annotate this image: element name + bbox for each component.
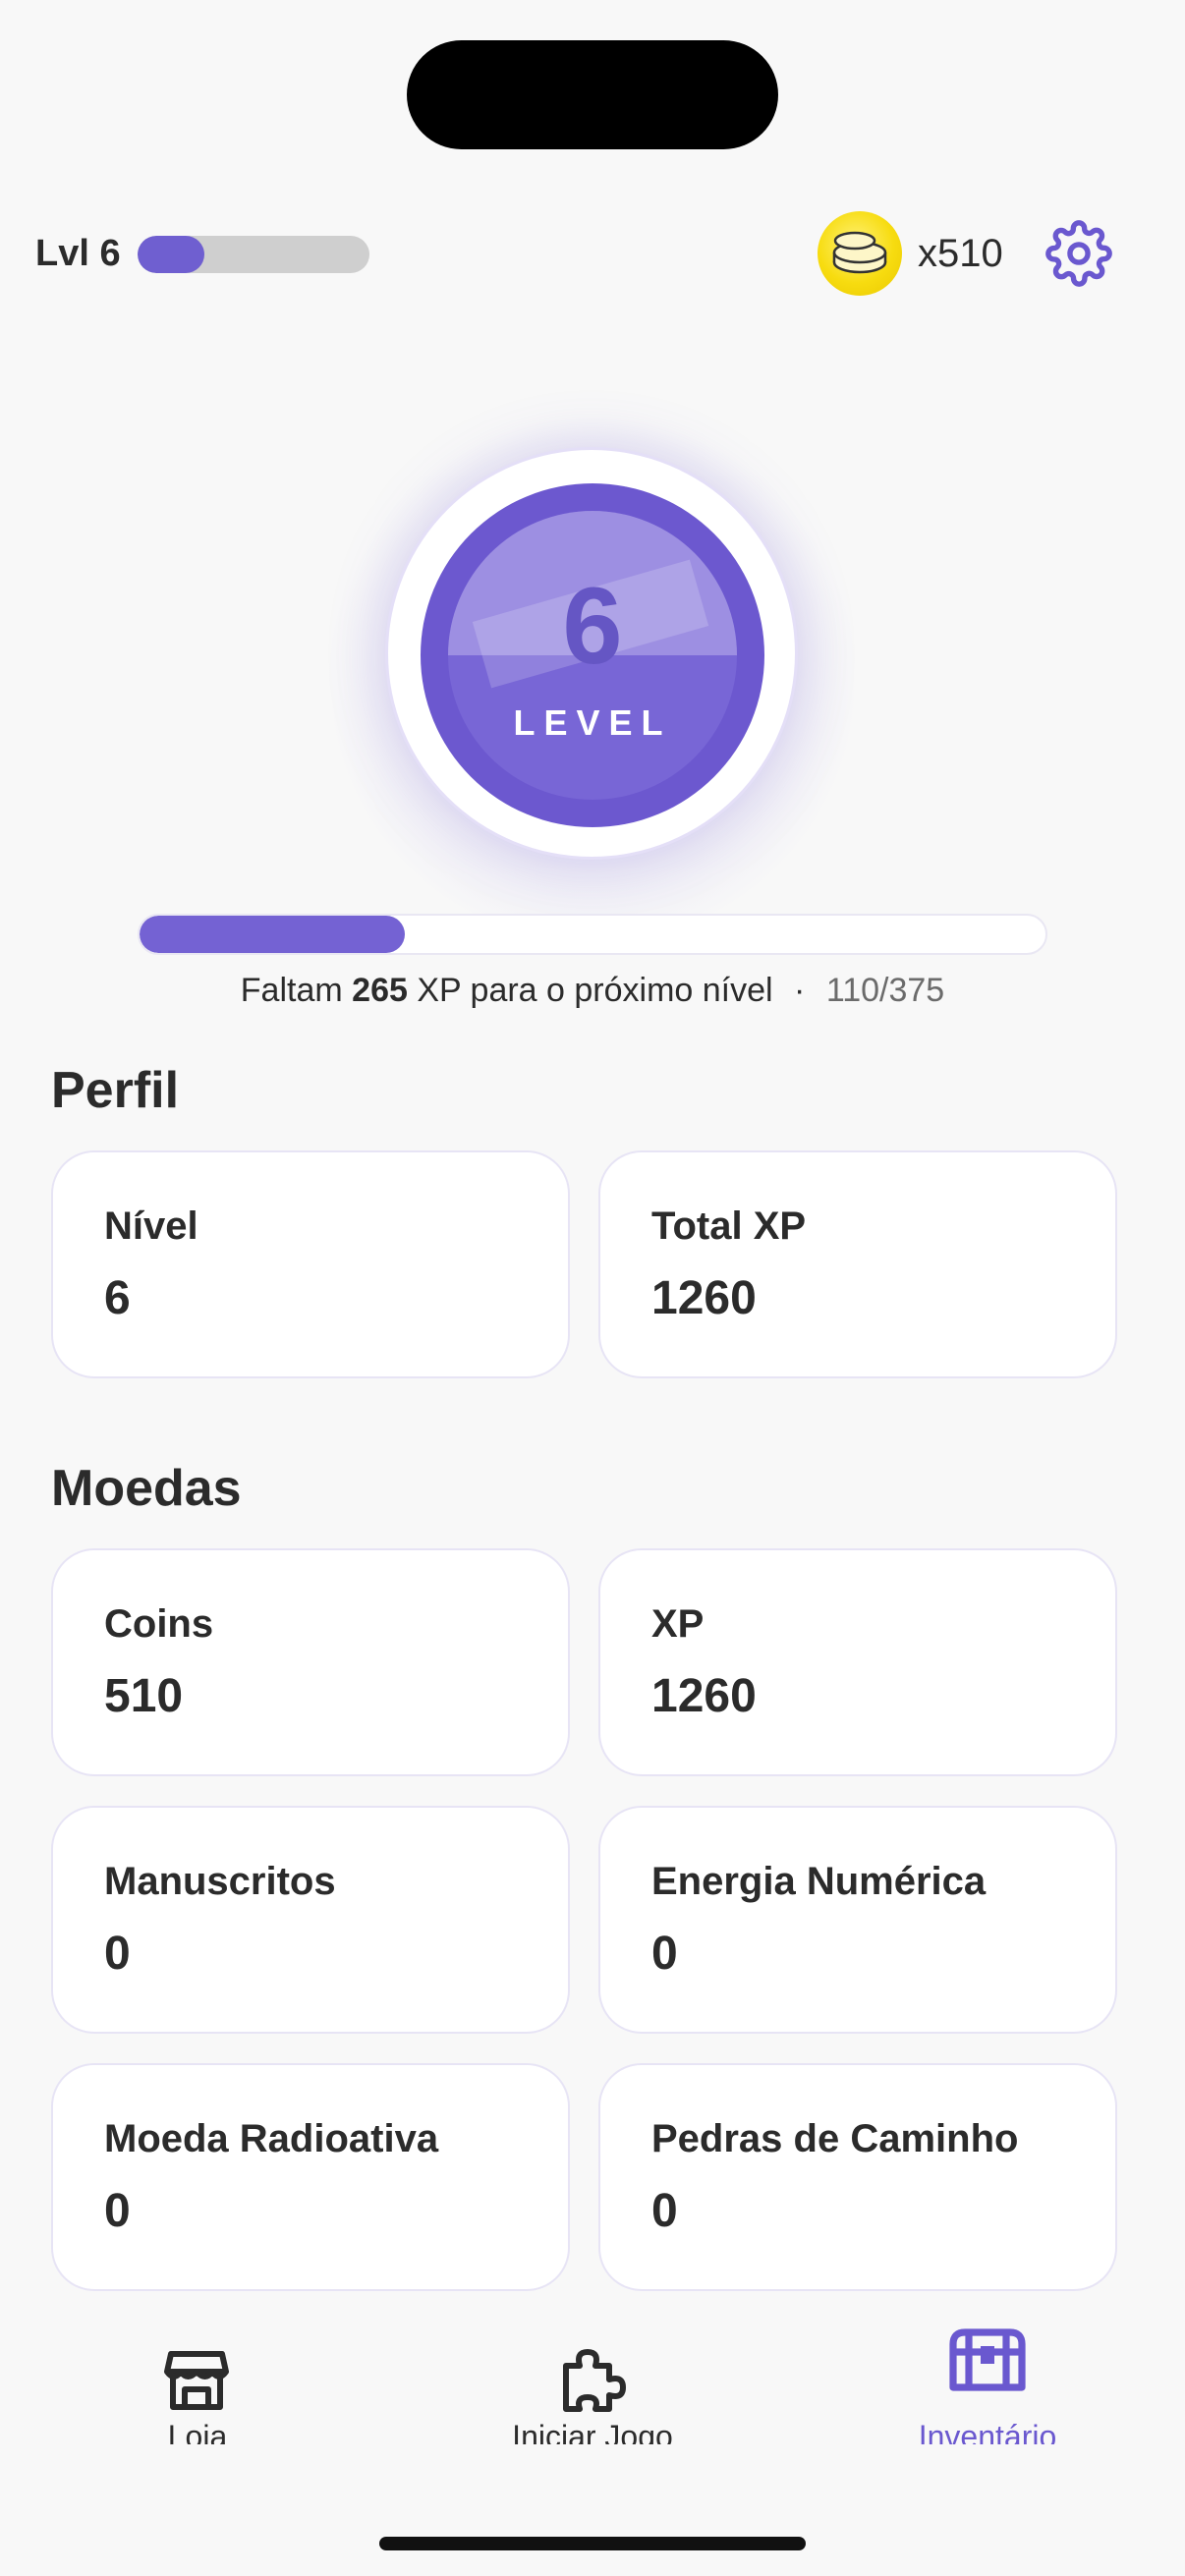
stat-card-value: 1260 [651, 1272, 757, 1324]
gear-icon[interactable] [1045, 220, 1112, 287]
section-title-profile: Perfil [51, 1062, 180, 1119]
coin-count: x510 [918, 232, 1003, 275]
stat-card-value: 6 [104, 1272, 131, 1324]
store-icon [164, 2351, 229, 2410]
level-badge-number: 6 [562, 566, 623, 687]
xp-progress-fill [140, 916, 406, 953]
bottom-tab-bar: Loja Iniciar Jogo Inventário [0, 2319, 1185, 2444]
xp-progress-separator: · [794, 972, 806, 1009]
tab-store-label: Loja [167, 2419, 228, 2444]
level-mini-progress [138, 236, 369, 273]
currency-card-coins: Coins 510 [51, 1548, 570, 1776]
xp-remaining: 265 [352, 972, 408, 1009]
xp-progress-count: 110/375 [825, 972, 945, 1009]
currency-card-value: 0 [104, 1928, 131, 1980]
coin-stack-icon [818, 211, 902, 296]
tab-start-game-label: Iniciar Jogo [512, 2419, 673, 2444]
puzzle-icon [563, 2349, 626, 2412]
level-mini-progress-fill [138, 236, 205, 273]
currency-card-label: XP [651, 1602, 705, 1646]
currency-card-value: 0 [651, 2185, 678, 2237]
currency-card-numeric-energy: Energia Numérica 0 [598, 1806, 1117, 2034]
xp-progress-suffix: XP para o próximo nível [417, 972, 773, 1009]
currency-card-value: 1260 [651, 1670, 757, 1722]
currency-card-label: Pedras de Caminho [651, 2117, 1019, 2160]
currency-card-label: Energia Numérica [651, 1860, 987, 1903]
stat-card-label: Nível [104, 1204, 198, 1248]
xp-progress-prefix: Faltam [240, 972, 343, 1009]
level-label: Lvl 6 [35, 233, 121, 274]
dynamic-island [407, 40, 778, 149]
tab-store[interactable]: Loja [0, 2319, 395, 2444]
currency-card-path-stones: Pedras de Caminho 0 [598, 2063, 1117, 2291]
currency-card-value: 0 [104, 2185, 131, 2237]
section-title-currencies: Moedas [51, 1460, 242, 1517]
level-badge-disc: 6 LEVEL [421, 483, 764, 827]
currency-card-xp: XP 1260 [598, 1548, 1117, 1776]
xp-progress-text: Faltam 265 XP para o próximo nível · 110… [0, 967, 1185, 1014]
currency-card-label: Manuscritos [104, 1860, 336, 1903]
level-badge-label: LEVEL [513, 702, 672, 743]
currency-card-label: Moeda Radioativa [104, 2117, 439, 2160]
currency-card-manuscripts: Manuscritos 0 [51, 1806, 570, 2034]
tab-start-game[interactable]: Iniciar Jogo [395, 2319, 790, 2444]
stat-card-label: Total XP [651, 1204, 807, 1248]
tab-inventory-label: Inventário [918, 2419, 1057, 2444]
currency-card-radioactive-coin: Moeda Radioativa 0 [51, 2063, 570, 2291]
xp-progress-bar [138, 914, 1047, 955]
tab-inventory[interactable]: Inventário [790, 2319, 1185, 2444]
treasure-chest-icon [949, 2328, 1026, 2391]
currency-card-value: 510 [104, 1670, 184, 1722]
currency-card-value: 0 [651, 1928, 678, 1980]
stat-card-level: Nível 6 [51, 1150, 570, 1378]
stat-card-total-xp: Total XP 1260 [598, 1150, 1117, 1378]
home-indicator [379, 2537, 806, 2550]
currency-card-label: Coins [104, 1602, 214, 1646]
